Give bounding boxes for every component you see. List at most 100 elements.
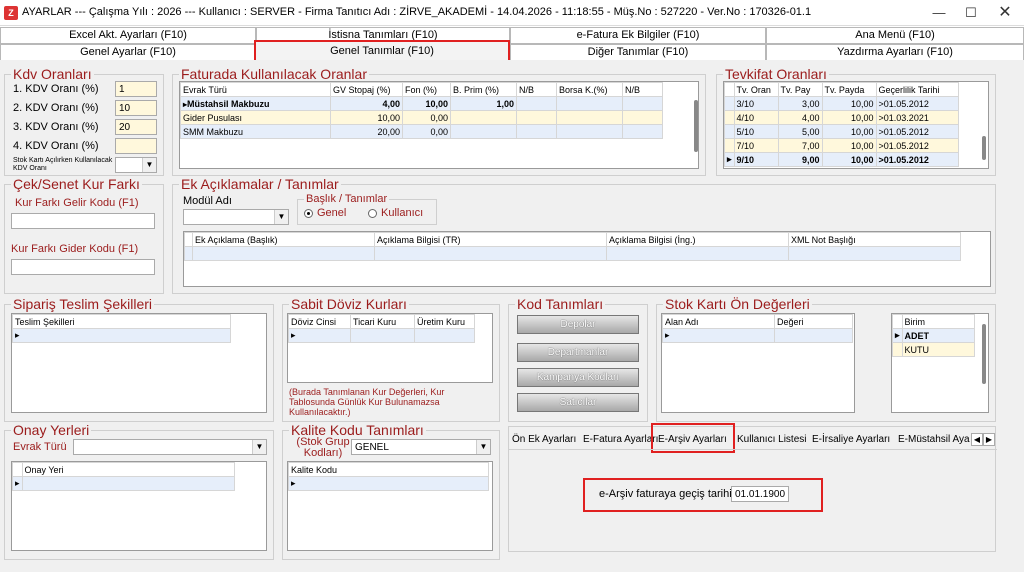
table-row[interactable]: ▸ ADET <box>892 328 975 343</box>
tab-efatura-ek-bilgiler[interactable]: e-Fatura Ek Bilgiler (F10) <box>510 27 766 44</box>
table-row[interactable]: ▸ <box>662 328 853 343</box>
tevkifat-cell: 7,00 <box>777 138 823 153</box>
tevkifat-cell: 10,00 <box>821 96 877 111</box>
tab-ana-menu[interactable]: Ana Menü (F10) <box>766 27 1024 44</box>
faturada-cell: 10,00 <box>402 96 451 111</box>
kdv-group: Kdv Oranları 1. KDV Oranı (%) 1 2. KDV O… <box>4 66 164 176</box>
ek-aciklama-col: Ek Açıklama (Başlık) <box>192 232 375 247</box>
grid-cell <box>606 246 789 261</box>
title-bar: Z AYARLAR --- Çalışma Yılı : 2026 --- Ku… <box>0 0 1024 26</box>
onay-grid[interactable]: Onay Yeri ▸ <box>11 461 267 551</box>
birim-cell: ADET <box>901 328 975 343</box>
tab-genel-tanimlar[interactable]: Genel Tanımlar (F10) <box>254 40 510 62</box>
saticilar-button[interactable]: Satıcılar <box>517 393 639 412</box>
faturada-cell: 0,00 <box>402 124 451 139</box>
tab-yazdirma-ayarlari[interactable]: Yazdırma Ayarları (F10) <box>766 44 1024 61</box>
cek-senet-group: Çek/Senet Kur Farkı Kur Farkı Gelir Kodu… <box>4 176 164 294</box>
tevkifat-cell: 3/10 <box>733 96 779 111</box>
table-row[interactable]: ▸Müstahsil Makbuzu 4,00 10,00 1,00 <box>180 96 663 111</box>
onay-col: Onay Yeri <box>21 462 235 477</box>
minimize-button[interactable]: — <box>922 0 956 26</box>
grid-cell <box>192 246 375 261</box>
kdv-input-3[interactable]: 20 <box>115 119 157 135</box>
tab-eirsaliye-ayarlari[interactable]: E-İrsaliye Ayarları <box>812 431 890 448</box>
faturada-cell <box>450 110 517 125</box>
table-row[interactable]: 7/10 7,00 10,00 >01.05.2012 <box>724 138 959 153</box>
siparis-grid[interactable]: Teslim Şekilleri ▸ <box>11 313 267 413</box>
kur-farki-gelir-input[interactable] <box>11 213 155 229</box>
modul-adi-select[interactable]: ▼ <box>183 209 289 225</box>
chevron-down-icon: ▼ <box>252 440 266 454</box>
doviz-title: Sabit Döviz Kurları <box>289 296 409 312</box>
tab-diger-tanimlar[interactable]: Diğer Tanımlar (F10) <box>510 44 766 61</box>
doviz-grid[interactable]: Döviz Cinsi Ticari Kuru Üretim Kuru ▸ <box>287 313 493 383</box>
birim-scrollbar[interactable] <box>982 324 986 384</box>
ek-aciklama-col: Açıklama Bilgisi (İng.) <box>606 232 789 247</box>
departmanlar-button[interactable]: Departmanlar <box>517 343 639 362</box>
tab-on-ek-ayarlari[interactable]: Ön Ek Ayarları <box>512 431 576 448</box>
evrak-turu-label: Evrak Türü <box>13 441 67 453</box>
table-row[interactable]: ▸ <box>288 328 475 343</box>
faturada-scrollbar[interactable] <box>694 100 698 152</box>
table-row[interactable]: ▸ <box>12 328 231 343</box>
kur-farki-gider-input[interactable] <box>11 259 155 275</box>
tevkifat-scrollbar[interactable] <box>982 136 986 160</box>
faturada-col: N/B <box>622 82 663 97</box>
kullanici-radio[interactable] <box>368 209 377 218</box>
doviz-group: Sabit Döviz Kurları Döviz Cinsi Ticari K… <box>282 296 500 422</box>
faturada-cell <box>556 96 623 111</box>
kdv-label-3: 3. KDV Oranı (%) <box>13 121 99 133</box>
stok-grup-select[interactable]: GENEL ▼ <box>351 439 491 455</box>
table-row[interactable]: 3/10 3,00 10,00 >01.05.2012 <box>724 96 959 111</box>
faturada-grid[interactable]: Evrak Türü GV Stopaj (%) Fon (%) B. Prim… <box>179 81 699 169</box>
kdv-input-4[interactable] <box>115 138 157 154</box>
chevron-down-icon: ▼ <box>476 440 490 454</box>
tab-excel-aktarim[interactable]: Excel Akt. Ayarları (F10) <box>0 27 256 44</box>
maximize-button[interactable]: ☐ <box>954 0 988 26</box>
tab-scroll-left-icon[interactable]: ◀ <box>971 433 983 446</box>
grid-cell <box>414 328 475 343</box>
tab-kullanici-listesi[interactable]: Kullanıcı Listesi <box>737 431 806 448</box>
faturada-col: B. Prim (%) <box>450 82 517 97</box>
stok-kdv-select[interactable]: ▼ <box>115 157 157 173</box>
table-row[interactable]: 4/10 4,00 10,00 >01.03.2021 <box>724 110 959 125</box>
tevkifat-cell: >01.05.2012 <box>875 152 959 167</box>
faturada-cell: ▸Müstahsil Makbuzu <box>180 96 331 111</box>
kdv-input-1[interactable]: 1 <box>115 81 157 97</box>
cek-senet-title: Çek/Senet Kur Farkı <box>11 176 142 192</box>
depolar-button[interactable]: Depolar <box>517 315 639 334</box>
kdv-label-4: 4. KDV Oranı (%) <box>13 140 99 152</box>
app-icon: Z <box>4 6 18 20</box>
tevkifat-grid[interactable]: Tv. Oran Tv. Pay Tv. Payda Geçerlilik Ta… <box>723 81 989 169</box>
baslik-label: Başlık / Tanımlar <box>304 193 390 205</box>
table-row[interactable]: Gider Pusulası 10,00 0,00 <box>180 110 663 125</box>
birim-grid[interactable]: Birim ▸ ADET KUTU <box>891 313 989 413</box>
row-marker <box>724 110 735 125</box>
tevkifat-cell: 5/10 <box>733 124 779 139</box>
close-button[interactable]: ✕ <box>988 0 1022 26</box>
table-row[interactable]: 5/10 5,00 10,00 >01.05.2012 <box>724 124 959 139</box>
tab-emustahsil-ayarlari[interactable]: E-Müstahsil Aya <box>898 431 970 448</box>
stok-onde-grid[interactable]: Alan Adı Değeri ▸ <box>661 313 855 413</box>
faturada-cell <box>516 96 557 111</box>
kampanya-kodlari-button[interactable]: Kampanya Kodları <box>517 368 639 387</box>
tab-efatura-ayarlari[interactable]: E-Fatura Ayarları <box>583 431 658 448</box>
genel-radio[interactable] <box>304 209 313 218</box>
faturada-cell <box>622 96 663 111</box>
tevkifat-cell: 10,00 <box>821 138 877 153</box>
table-row[interactable] <box>184 246 961 261</box>
table-row[interactable]: ▸ 9/10 9,00 10,00 >01.05.2012 <box>724 152 959 167</box>
tab-genel-ayarlar[interactable]: Genel Ayarlar (F10) <box>0 44 256 61</box>
evrak-turu-select[interactable]: ▼ <box>73 439 267 455</box>
kdv-title: Kdv Oranları <box>11 66 94 82</box>
ek-aciklama-grid[interactable]: Ek Açıklama (Başlık) Açıklama Bilgisi (T… <box>183 231 991 287</box>
table-row[interactable]: ▸ <box>12 476 235 491</box>
table-row[interactable]: ▸ <box>288 476 489 491</box>
table-row[interactable]: SMM Makbuzu 20,00 0,00 <box>180 124 663 139</box>
kdv-input-2[interactable]: 10 <box>115 100 157 116</box>
faturada-col: N/B <box>516 82 557 97</box>
tevkifat-group: Tevkifat Oranları Tv. Oran Tv. Pay Tv. P… <box>716 66 996 176</box>
kalite-grid[interactable]: Kalite Kodu ▸ <box>287 461 493 551</box>
tab-scroll-right-icon[interactable]: ▶ <box>983 433 995 446</box>
table-row[interactable]: KUTU <box>892 342 975 357</box>
